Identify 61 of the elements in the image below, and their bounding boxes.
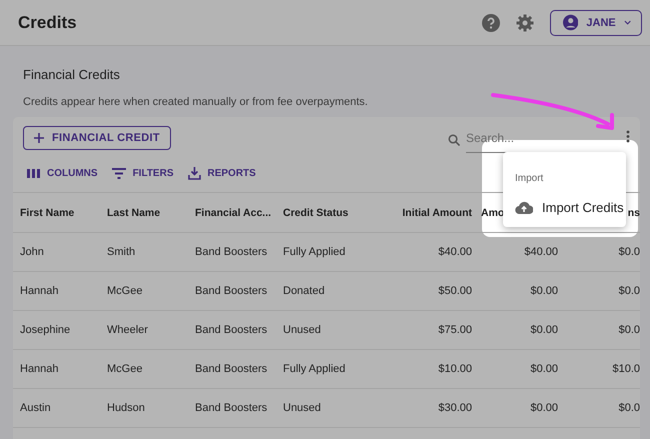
- search-icon: [448, 134, 460, 146]
- avatar-icon: [563, 14, 578, 31]
- columns-button[interactable]: COLUMNS: [27, 168, 98, 179]
- table-cell-text: Unused: [282, 323, 322, 338]
- reports-button[interactable]: REPORTS: [188, 167, 256, 180]
- table-cell-text: $0.0: [618, 284, 640, 299]
- cloud-upload-icon: [515, 201, 533, 214]
- table-cell-text: Josephine: [19, 323, 72, 338]
- columns-icon: [27, 168, 40, 179]
- table-cell-text: McGee: [106, 362, 144, 377]
- settings-icon[interactable]: [516, 14, 534, 32]
- page-title: Credits: [18, 12, 78, 32]
- table-cell-text: $10.0: [611, 362, 640, 377]
- download-icon: [188, 167, 200, 180]
- table-cell-text: $75.00: [437, 323, 473, 338]
- table-cell-text: Band Boosters: [194, 245, 268, 260]
- chevron-down-icon: [624, 20, 631, 25]
- add-credit-button[interactable]: FINANCIAL CREDIT: [23, 126, 171, 150]
- help-icon[interactable]: [482, 14, 500, 32]
- table-cell-text: $40.00: [523, 245, 559, 260]
- more-options-icon[interactable]: [626, 130, 630, 142]
- table-cell-text: Hudson: [106, 401, 146, 416]
- table-cell-text: Band Boosters: [194, 362, 268, 377]
- table-cell-text: Wheeler: [106, 323, 149, 338]
- section-description: Credits appear here when created manually or from fee overpayments.: [23, 96, 368, 108]
- table-cell-text: John: [19, 245, 45, 260]
- column-header[interactable]: Credit Status: [276, 193, 366, 232]
- table-cell-text: Band Boosters: [194, 284, 268, 299]
- table-cell-text: Fully Applied: [282, 362, 346, 377]
- column-header[interactable]: Financial Acc...: [188, 193, 276, 232]
- section-title: Financial Credits: [23, 67, 120, 82]
- table-cell-text: $0.0: [618, 401, 640, 416]
- table-cell-text: $0.00: [529, 362, 559, 377]
- table-cell-text: Fully Applied: [282, 245, 346, 260]
- filter-icon: [112, 168, 126, 179]
- table-cell-text: $0.0: [618, 245, 640, 260]
- table-cell-text: Donated: [282, 284, 326, 299]
- table-cell-text: Band Boosters: [194, 401, 268, 416]
- table-cell-text: Smith: [106, 245, 136, 260]
- table-cell-text: Austin: [19, 401, 52, 416]
- column-header[interactable]: Initial Amount: [366, 193, 479, 232]
- column-header[interactable]: First Name: [13, 193, 100, 232]
- column-header[interactable]: Last Name: [100, 193, 188, 232]
- table-cell-text: Hannah: [19, 284, 60, 299]
- plus-icon: [34, 133, 44, 143]
- table-cell-text: Unused: [282, 401, 322, 416]
- table-cell-text: $10.00: [437, 362, 473, 377]
- table-cell-text: $30.00: [437, 401, 473, 416]
- user-menu-button[interactable]: JANE: [550, 10, 642, 36]
- table-cell-text: $0.00: [529, 401, 559, 416]
- filters-button[interactable]: FILTERS: [112, 168, 174, 179]
- table-cell-text: $0.00: [529, 323, 559, 338]
- table-cell-text: Band Boosters: [194, 323, 268, 338]
- table-cell-text: Hannah: [19, 362, 60, 377]
- table-cell-text: $40.00: [437, 245, 473, 260]
- table-cell-text: $0.0: [618, 323, 640, 338]
- menu-section-label: Import: [515, 173, 544, 184]
- import-credits-menu-item[interactable]: Import Credits: [515, 200, 624, 215]
- table-cell-text: $0.00: [529, 284, 559, 299]
- table-cell-text: McGee: [106, 284, 144, 299]
- table-cell-text: $50.00: [437, 284, 473, 299]
